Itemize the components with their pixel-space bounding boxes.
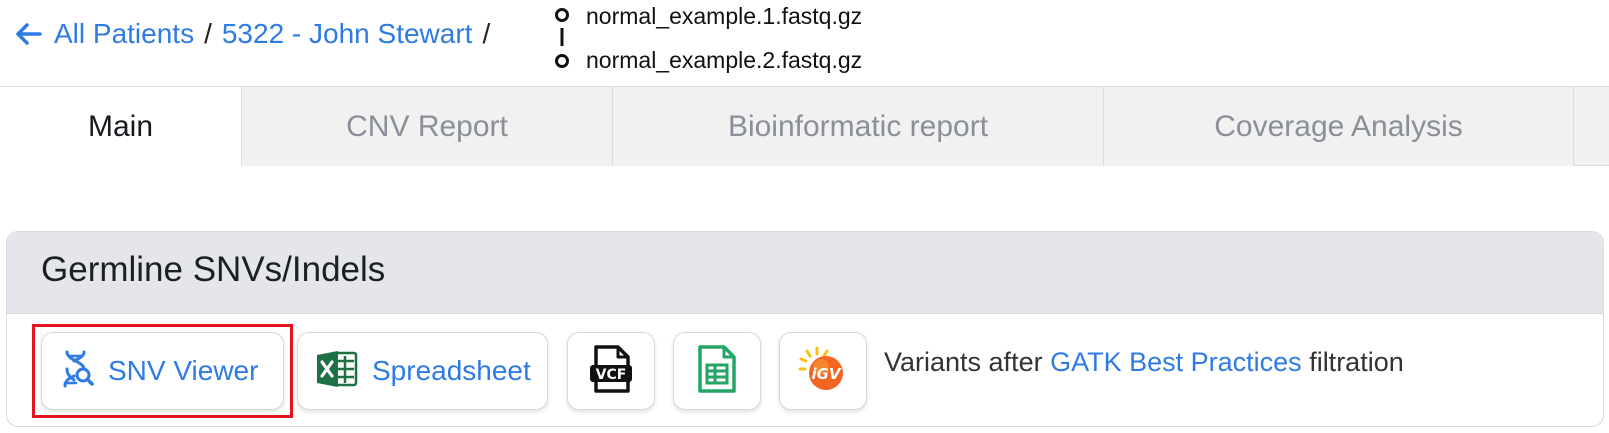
breadcrumb-patient-link[interactable]: 5322 - John Stewart: [222, 18, 473, 50]
fastq-file-pair: normal_example.1.fastq.gz normal_example…: [554, 0, 914, 86]
igv-icon: iGV: [797, 345, 849, 398]
card-header: Germline SNVs/Indels: [7, 232, 1603, 314]
tab-bar: Main CNV Report Bioinformatic report Cov…: [0, 86, 1609, 166]
tab-main[interactable]: Main: [0, 87, 242, 166]
vcf-download-button[interactable]: VCF: [567, 332, 655, 410]
gatk-best-practices-link[interactable]: GATK Best Practices: [1050, 347, 1302, 377]
google-sheets-icon: [697, 344, 737, 399]
card-title: Germline SNVs/Indels: [41, 250, 386, 289]
top-bar: All Patients / 5322 - John Stewart / nor…: [0, 0, 1609, 86]
igv-icon-text: iGV: [811, 365, 841, 383]
vcf-icon-text: VCF: [596, 367, 627, 383]
card-description: Variants after GATK Best Practices filtr…: [884, 347, 1404, 378]
google-sheets-button[interactable]: [673, 332, 761, 410]
germline-snv-card: Germline SNVs/Indels SNV Viewer Spreadsh…: [6, 231, 1604, 427]
breadcrumb: All Patients / 5322 - John Stewart /: [16, 18, 500, 50]
selection-highlight: [32, 324, 293, 418]
breadcrumb-separator: /: [482, 18, 491, 49]
igv-button[interactable]: iGV: [779, 332, 867, 410]
fastq-file-1: normal_example.1.fastq.gz: [586, 3, 863, 29]
arrow-left-icon[interactable]: [16, 23, 42, 45]
file-pair-connector-icon: [555, 8, 569, 68]
fastq-file-2: normal_example.2.fastq.gz: [586, 47, 863, 73]
description-prefix: Variants after: [884, 347, 1043, 377]
breadcrumb-all-patients-link[interactable]: All Patients: [54, 18, 194, 50]
excel-icon: [316, 350, 358, 393]
breadcrumb-separator: /: [204, 18, 212, 49]
spreadsheet-button[interactable]: Spreadsheet: [297, 332, 548, 410]
tab-coverage-analysis[interactable]: Coverage Analysis: [1104, 87, 1574, 166]
vcf-file-icon: VCF: [588, 344, 634, 399]
spreadsheet-label: Spreadsheet: [372, 355, 531, 386]
tab-cnv-report[interactable]: CNV Report: [242, 87, 613, 166]
description-suffix: filtration: [1309, 347, 1404, 377]
tab-bioinformatic-report[interactable]: Bioinformatic report: [613, 87, 1104, 166]
